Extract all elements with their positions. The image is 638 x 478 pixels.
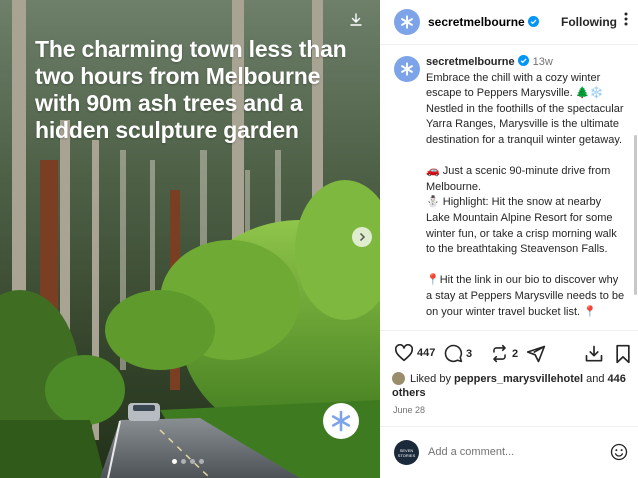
verified-badge-icon	[527, 16, 539, 27]
liker-avatar[interactable]	[392, 372, 405, 385]
divider	[380, 426, 638, 427]
caption-text: secretmelbourne 13w Embrace the chill wit…	[426, 55, 626, 320]
divider	[380, 330, 638, 331]
bookmark-icon[interactable]	[614, 344, 632, 364]
repost-icon[interactable]	[490, 344, 509, 363]
carousel-indicator	[172, 459, 204, 464]
author-avatar[interactable]	[394, 9, 420, 35]
more-options-icon[interactable]	[624, 11, 628, 27]
like-action[interactable]: 447	[394, 344, 435, 362]
comment-icon[interactable]	[444, 344, 463, 363]
post-image[interactable]: The charming town less than two hours fr…	[0, 0, 380, 478]
post-actions: 447 3 2	[392, 344, 632, 366]
likes-prefix: Liked by	[410, 373, 451, 385]
caption-scrollbar[interactable]	[634, 135, 637, 295]
post-headline: The charming town less than two hours fr…	[35, 36, 347, 143]
following-button[interactable]: Following	[561, 15, 617, 29]
caption-author-avatar[interactable]	[394, 56, 420, 82]
caption-paragraph: 🚗 Just a scenic 90-minute drive from Mel…	[426, 165, 617, 256]
brand-logo-badge	[323, 403, 359, 439]
caption-paragraph: Embrace the chill with a cozy winter esc…	[426, 71, 627, 146]
current-user-avatar-text: SEVEN STORIES	[397, 447, 416, 458]
likes-count[interactable]: 447	[417, 347, 435, 359]
comment-input[interactable]	[428, 444, 598, 460]
post-details-panel: secretmelbourne Following secretmelbourn…	[380, 0, 638, 478]
caption-username[interactable]: secretmelbourne	[426, 56, 515, 68]
comment-action[interactable]: 3	[444, 344, 472, 363]
caption-spacer	[426, 149, 626, 165]
comments-count[interactable]: 3	[466, 348, 472, 360]
carousel-dot	[199, 459, 204, 464]
post-date[interactable]: June 28	[393, 405, 425, 415]
caption-section: secretmelbourne 13w Embrace the chill wit…	[380, 45, 638, 330]
emoji-icon[interactable]	[610, 443, 628, 461]
author-username-text[interactable]: secretmelbourne	[428, 15, 525, 29]
asterisk-logo-icon	[401, 15, 413, 29]
chevron-right-icon	[359, 232, 366, 242]
likes-joiner: and	[586, 373, 605, 385]
carousel-dot	[172, 459, 177, 464]
download-icon[interactable]	[348, 12, 364, 28]
asterisk-logo-icon	[401, 62, 413, 76]
repost-action[interactable]: 2	[490, 344, 518, 363]
author-username[interactable]: secretmelbourne	[428, 15, 539, 29]
reposts-count[interactable]: 2	[512, 348, 518, 360]
caption-timestamp: 13w	[532, 56, 553, 68]
post-header: secretmelbourne Following	[380, 0, 638, 45]
download-save-icon[interactable]	[584, 344, 604, 364]
liker-username[interactable]: peppers_marysvillehotel	[454, 373, 583, 385]
share-icon[interactable]	[526, 344, 546, 364]
caption-spacer	[426, 258, 626, 274]
current-user-avatar[interactable]: SEVEN STORIES	[394, 440, 419, 465]
heart-icon[interactable]	[394, 344, 414, 362]
instagram-post-modal: The charming town less than two hours fr…	[0, 0, 638, 478]
comment-composer: SEVEN STORIES	[392, 439, 632, 467]
likes-summary: Liked by peppers_marysvillehotel and 446…	[392, 372, 632, 400]
caption-paragraph: 📍Hit the link in our bio to discover why…	[426, 274, 628, 318]
carousel-next-button[interactable]	[352, 227, 372, 247]
carousel-dot	[190, 459, 195, 464]
asterisk-logo-icon	[331, 410, 351, 432]
carousel-dot	[181, 459, 186, 464]
verified-badge-icon	[517, 55, 529, 66]
